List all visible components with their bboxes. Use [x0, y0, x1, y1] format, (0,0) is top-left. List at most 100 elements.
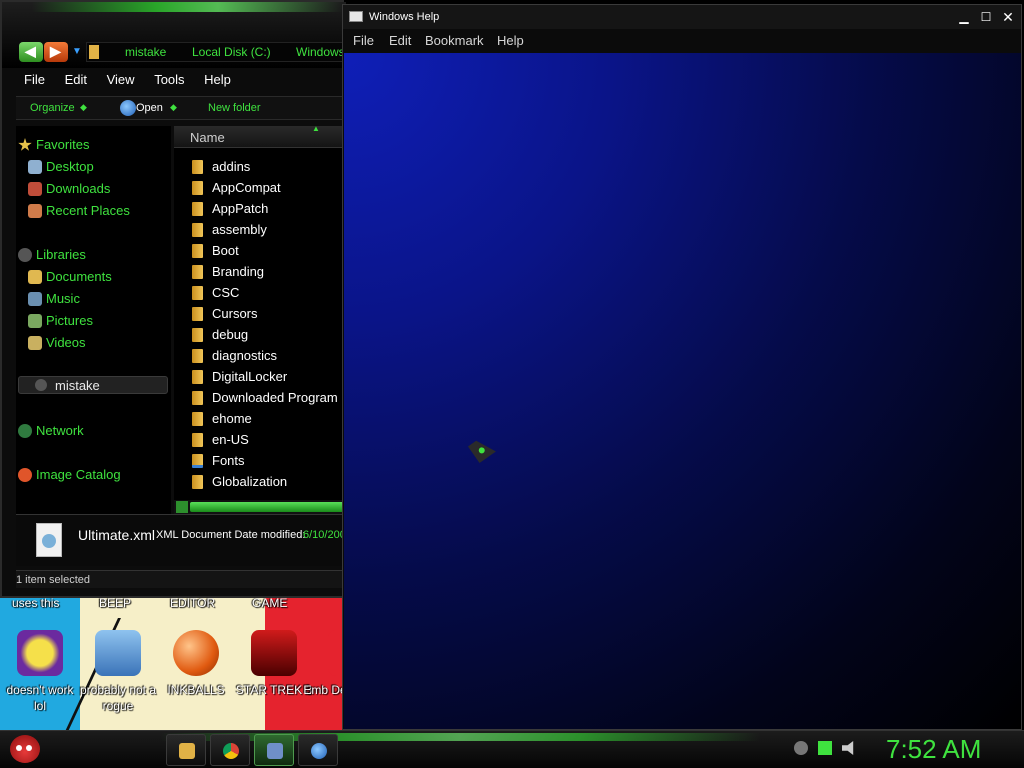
yahoo-messenger-icon — [17, 630, 63, 676]
folder-icon — [192, 160, 203, 174]
file-name: Cursors — [212, 306, 258, 321]
desktop-icon-label: probably not a rogue — [79, 683, 157, 713]
folder-icon — [192, 412, 203, 426]
videos-icon — [28, 336, 42, 350]
help-menubar: File Edit Bookmark Help — [343, 29, 1021, 53]
back-button[interactable] — [19, 42, 43, 62]
nav-videos[interactable]: Videos — [28, 335, 86, 350]
folder-icon — [192, 349, 203, 363]
image-catalog-icon — [18, 468, 32, 482]
maximize-button[interactable]: ☐ — [977, 10, 995, 24]
desktop-cut-label: GAME — [252, 596, 288, 610]
taskbar-clock[interactable]: 7:52 AM — [886, 734, 981, 765]
nav-favorites[interactable]: Favorites — [18, 137, 89, 152]
folder-icon — [192, 328, 203, 342]
breadcrumb-item[interactable]: Local Disk (C:) — [192, 45, 271, 59]
details-file-type: XML Document Date modified: — [156, 529, 305, 541]
folder-icon — [192, 244, 203, 258]
nav-desktop[interactable]: Desktop — [28, 159, 94, 174]
nav-recent-places[interactable]: Recent Places — [28, 203, 130, 218]
menu-edit[interactable]: Edit — [389, 33, 411, 48]
taskbar-help-viewer[interactable] — [254, 734, 294, 766]
organize-dropdown-icon[interactable]: ◆ — [80, 102, 87, 113]
breadcrumb-item[interactable]: Windows — [296, 45, 345, 59]
nav-music[interactable]: Music — [28, 291, 80, 306]
navigation-pane: Favorites Desktop Downloads Recent Place… — [16, 126, 171, 518]
taskbar-chrome[interactable] — [210, 734, 250, 766]
menu-tools[interactable]: Tools — [154, 72, 184, 87]
scroll-left-button[interactable] — [176, 501, 188, 513]
tray-chevron-icon[interactable] — [794, 741, 808, 755]
network-tray-icon[interactable] — [818, 741, 832, 755]
scroll-thumb[interactable] — [190, 502, 346, 512]
desktop-icon-rogue[interactable]: probably not a rogue — [78, 630, 158, 714]
menu-edit[interactable]: Edit — [65, 72, 87, 87]
file-name: assembly — [212, 222, 267, 237]
organize-button[interactable]: Organize — [30, 102, 75, 114]
nav-label: Desktop — [46, 159, 94, 174]
address-bar[interactable]: mistake Local Disk (C:) Windows — [86, 42, 345, 62]
command-bar: Organize ◆ Open ◆ New folder — [16, 96, 346, 120]
open-button[interactable]: Open — [136, 102, 163, 114]
folder-icon — [179, 743, 195, 759]
nav-label: mistake — [55, 378, 100, 393]
nav-libraries[interactable]: Libraries — [18, 247, 86, 262]
details-type-text: XML Document — [156, 529, 232, 541]
forward-button[interactable] — [44, 42, 68, 62]
help-content-area[interactable] — [344, 53, 1021, 729]
breadcrumb-item[interactable]: mistake — [125, 45, 166, 59]
menu-file[interactable]: File — [353, 33, 374, 48]
taskbar-explorer[interactable] — [166, 734, 206, 766]
close-button[interactable]: ✕ — [999, 10, 1017, 24]
chrome-icon — [223, 743, 239, 759]
start-button[interactable] — [6, 731, 46, 768]
menu-help[interactable]: Help — [204, 72, 231, 87]
nav-homegroup[interactable]: mistake — [18, 376, 168, 394]
menu-view[interactable]: View — [107, 72, 135, 87]
taskbar-internet-explorer[interactable] — [298, 734, 338, 766]
menu-file[interactable]: File — [24, 72, 45, 87]
details-pane: Ultimate.xml XML Document Date modified:… — [16, 514, 346, 566]
fonts-folder-icon — [192, 454, 203, 468]
folder-icon — [192, 202, 203, 216]
nav-pictures[interactable]: Pictures — [28, 313, 93, 328]
nav-image-catalog[interactable]: Image Catalog — [18, 467, 121, 482]
file-name: Globalization — [212, 474, 288, 489]
help-titlebar[interactable]: Windows Help ▁ ☐ ✕ — [343, 5, 1021, 29]
file-list: Name ▲ addins AppCompat AppPatch assembl… — [174, 126, 346, 500]
new-folder-button[interactable]: New folder — [208, 102, 261, 114]
file-name: CSC — [212, 285, 240, 300]
nav-documents[interactable]: Documents — [28, 269, 112, 284]
xml-document-icon — [36, 523, 62, 557]
status-text: 1 item selected — [16, 574, 90, 586]
folder-icon — [192, 370, 203, 384]
recent-pages-dropdown[interactable]: ▼ — [72, 46, 82, 57]
desktop-icon-inkballs[interactable]: INKBALLS — [156, 630, 236, 698]
desktop-icon — [28, 160, 42, 174]
volume-icon[interactable] — [842, 741, 854, 755]
sort-arrow-icon: ▲ — [312, 126, 320, 133]
minimize-button[interactable]: ▁ — [955, 10, 973, 24]
file-name: DigitalLocker — [212, 369, 288, 384]
details-date-label: Date modified: — [234, 529, 306, 541]
menu-help[interactable]: Help — [497, 33, 524, 48]
menu-bookmark[interactable]: Bookmark — [425, 33, 484, 48]
desktop-icon-label: Emb De — [303, 683, 347, 697]
internet-explorer-icon — [311, 743, 327, 759]
desktop-cut-label: EDITOR — [170, 596, 216, 610]
column-header-name[interactable]: Name ▲ — [174, 126, 346, 148]
folder-icon — [192, 286, 203, 300]
mouse-cursor-icon — [468, 435, 496, 463]
desktop-icon-yahoo[interactable]: doesn't work lol — [0, 630, 80, 714]
horizontal-scrollbar[interactable] — [174, 500, 346, 514]
file-name: debug — [212, 327, 249, 342]
nav-downloads[interactable]: Downloads — [28, 181, 110, 196]
nav-label: Documents — [46, 269, 112, 284]
open-dropdown-icon[interactable]: ◆ — [170, 102, 177, 113]
desktop: uses this BEEP EDITOR GAME doesn't work … — [0, 0, 1024, 768]
nav-network[interactable]: Network — [18, 423, 84, 438]
star-icon — [18, 138, 32, 151]
nav-label: Videos — [46, 335, 86, 350]
file-name: Branding — [212, 264, 265, 279]
file-name: Downloaded Program F — [212, 390, 346, 405]
